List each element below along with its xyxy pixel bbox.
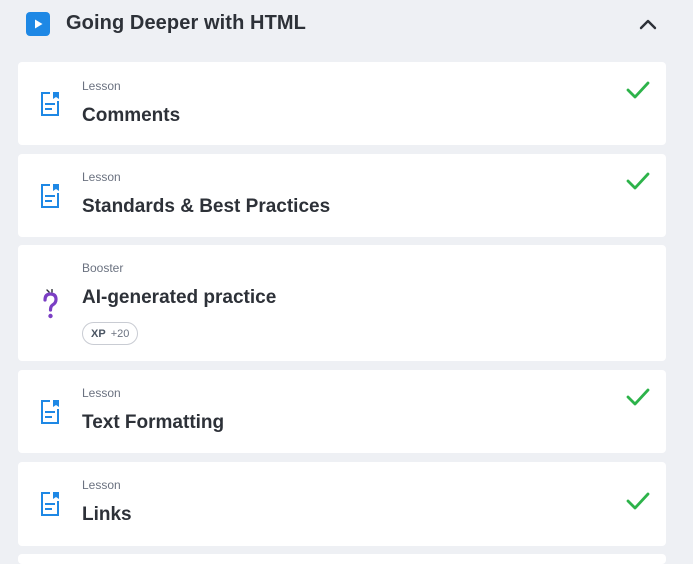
lesson-document-icon	[38, 490, 62, 518]
card-type-label: Lesson	[82, 79, 121, 93]
checkmark-icon	[626, 81, 650, 99]
xp-badge: XP +20	[82, 322, 139, 345]
lesson-card-standards[interactable]: Lesson Standards & Best Practices	[18, 154, 666, 237]
card-type-label: Lesson	[82, 170, 121, 184]
card-type-label: Booster	[82, 261, 124, 275]
card-title: Standards & Best Practices	[82, 196, 331, 217]
lesson-card-links[interactable]: Lesson Links	[18, 462, 666, 546]
xp-label: XP	[91, 327, 106, 340]
booster-card-ai-practice[interactable]: Booster AI-generated practice XP +20	[18, 245, 666, 361]
checkmark-icon	[626, 388, 650, 406]
lesson-document-icon	[38, 90, 62, 118]
chevron-up-icon[interactable]	[634, 10, 662, 38]
card-title: AI-generated practice	[82, 287, 277, 308]
lesson-document-icon	[38, 182, 62, 210]
card-title: Comments	[82, 105, 181, 126]
card-type-label: Lesson	[82, 478, 121, 492]
play-icon	[26, 12, 50, 36]
next-card-partial[interactable]	[18, 554, 666, 564]
card-title: Text Formatting	[82, 412, 225, 433]
question-mark-icon	[38, 289, 62, 320]
section-title: Going Deeper with HTML	[66, 12, 306, 34]
lesson-document-icon	[38, 398, 62, 426]
checkmark-icon	[626, 172, 650, 190]
card-title: Links	[82, 504, 132, 525]
lesson-card-comments[interactable]: Lesson Comments	[18, 62, 666, 145]
card-type-label: Lesson	[82, 386, 121, 400]
section-header[interactable]: Going Deeper with HTML	[0, 0, 693, 50]
lesson-card-text-formatting[interactable]: Lesson Text Formatting	[18, 370, 666, 453]
checkmark-icon	[626, 492, 650, 510]
xp-value: +20	[110, 327, 130, 340]
